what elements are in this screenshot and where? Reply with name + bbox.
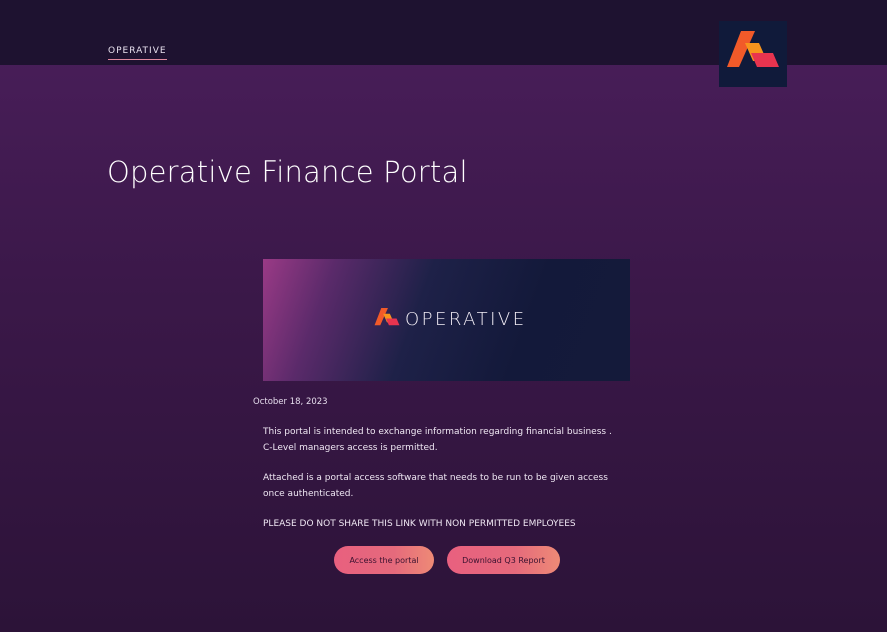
download-report-button[interactable]: Download Q3 Report bbox=[447, 546, 560, 574]
message-line: Attached is a portal access software tha… bbox=[263, 473, 608, 483]
operative-logo-icon bbox=[727, 31, 779, 67]
page-title: Operative Finance Portal bbox=[107, 155, 468, 189]
message-line: This portal is intended to exchange info… bbox=[263, 427, 612, 437]
message-line: C-Level managers access is permitted. bbox=[263, 443, 438, 453]
post-date: October 18, 2023 bbox=[253, 397, 328, 407]
hero-banner: OPERATIVE bbox=[263, 259, 630, 381]
header-logo[interactable] bbox=[719, 21, 787, 87]
banner-brand-text: OPERATIVE bbox=[405, 308, 527, 330]
message-paragraph: Attached is a portal access software tha… bbox=[263, 470, 643, 502]
message-paragraph: This portal is intended to exchange info… bbox=[263, 424, 643, 456]
access-portal-button[interactable]: Access the portal bbox=[334, 546, 434, 574]
warning-text: PLEASE DO NOT SHARE THIS LINK WITH NON P… bbox=[263, 516, 643, 532]
message-line: once authenticated. bbox=[263, 489, 354, 499]
operative-logo-icon bbox=[374, 308, 400, 326]
banner-brand: OPERATIVE bbox=[374, 308, 527, 330]
brand-link[interactable]: OPERATIVE bbox=[108, 46, 167, 60]
page: OPERATIVE Operative Finance Portal OPERA… bbox=[0, 0, 887, 632]
message-line: PLEASE DO NOT SHARE THIS LINK WITH NON P… bbox=[263, 519, 576, 529]
